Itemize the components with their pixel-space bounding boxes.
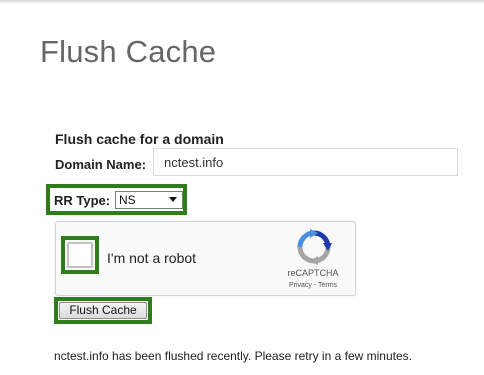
captcha-checkbox[interactable] xyxy=(67,242,93,268)
rr-type-label: RR Type: xyxy=(54,193,111,208)
rr-type-select[interactable]: NS xyxy=(115,191,183,209)
recaptcha-logo-icon xyxy=(297,229,332,265)
domain-name-label: Domain Name: xyxy=(55,157,147,172)
status-message: nctest.info has been flushed recently. P… xyxy=(54,349,412,363)
captcha-label: I'm not a robot xyxy=(107,250,197,266)
section-title: Flush cache for a domain xyxy=(55,131,224,147)
domain-name-input[interactable] xyxy=(153,148,458,176)
flush-cache-button[interactable]: Flush Cache xyxy=(59,302,147,319)
recaptcha-brand-text: reCAPTCHA xyxy=(287,268,339,278)
rr-type-selected-value: NS xyxy=(119,193,136,207)
top-shadow xyxy=(0,0,484,4)
terms-link[interactable]: Terms xyxy=(318,282,337,289)
chevron-down-icon xyxy=(169,197,177,202)
recaptcha-links: Privacy - Terms xyxy=(270,282,356,289)
page-title: Flush Cache xyxy=(40,34,217,69)
privacy-link[interactable]: Privacy xyxy=(289,282,312,289)
